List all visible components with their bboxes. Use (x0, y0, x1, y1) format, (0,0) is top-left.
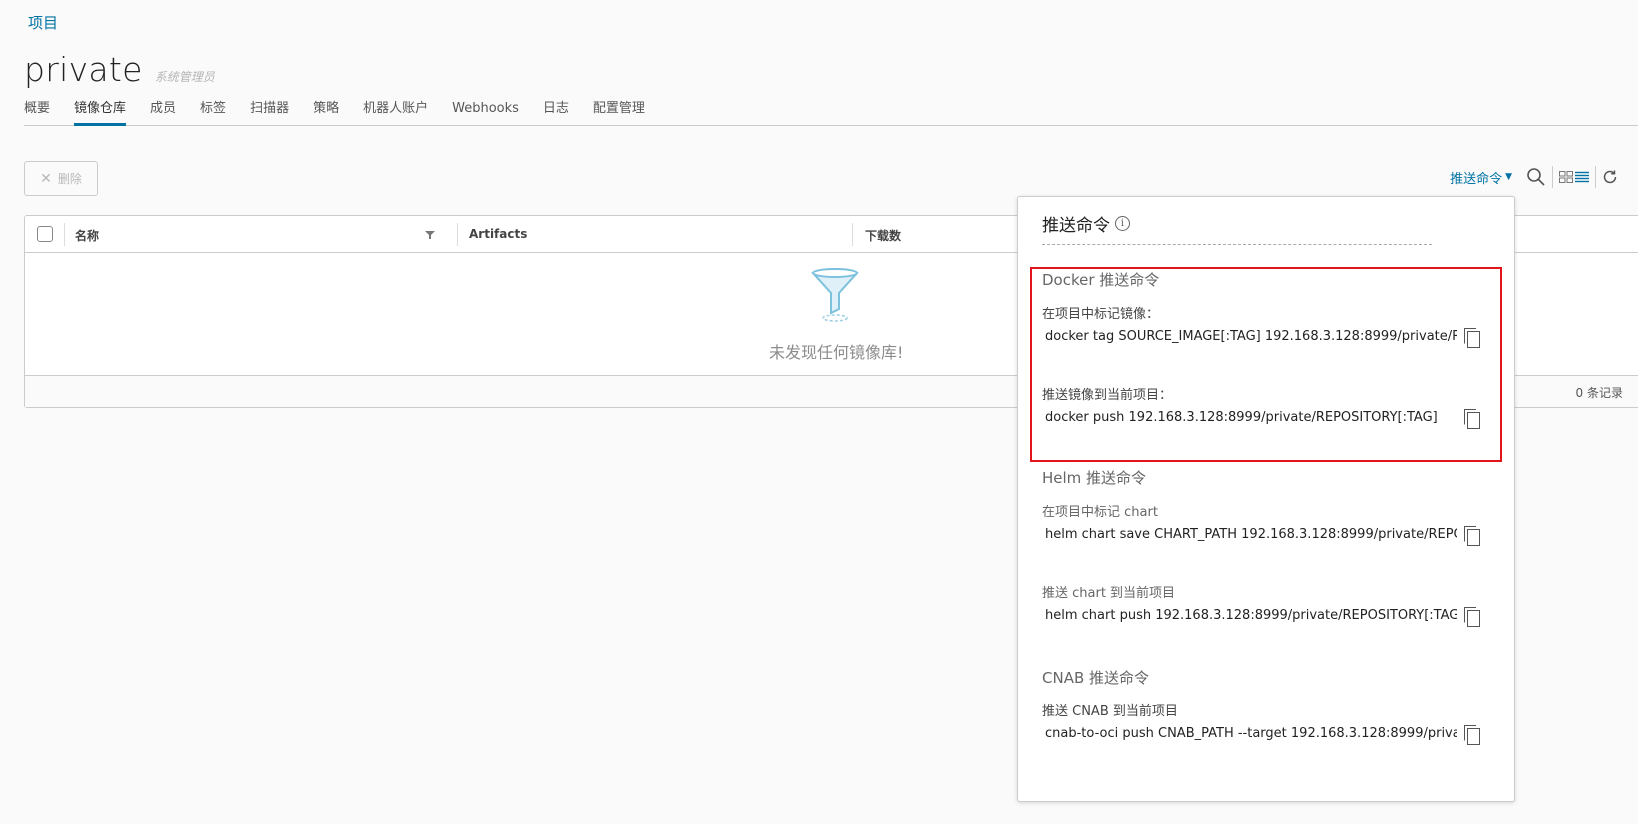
toolbar-divider (1595, 166, 1596, 188)
column-separator (64, 223, 65, 246)
copy-icon[interactable] (1463, 327, 1481, 353)
breadcrumb-projects-link[interactable]: 项目 (28, 12, 58, 33)
helm-save-command[interactable]: helm chart save CHART_PATH 192.168.3.128… (1042, 522, 1457, 548)
push-command-popover: 推送命令 i Docker 推送命令 在项目中标记镜像： docker tag … (1017, 196, 1515, 802)
filter-icon[interactable] (425, 229, 435, 243)
select-all-checkbox[interactable] (37, 226, 53, 242)
close-icon: ✕ (40, 170, 52, 186)
helm-save-label: 在项目中标记 chart (1042, 505, 1158, 520)
search-icon[interactable] (1526, 167, 1546, 187)
tab-logs[interactable]: 日志 (543, 100, 569, 126)
card-view-icon[interactable] (1559, 171, 1573, 183)
tab-webhooks[interactable]: Webhooks (452, 100, 519, 126)
tab-scanner[interactable]: 扫描器 (250, 100, 289, 126)
title-row: private 系统管理员 (24, 50, 215, 89)
docker-tag-label: 在项目中标记镜像： (1042, 307, 1160, 322)
copy-icon[interactable] (1463, 525, 1481, 551)
tab-configuration[interactable]: 配置管理 (593, 100, 645, 126)
info-icon[interactable]: i (1115, 216, 1130, 231)
cnab-section-title: CNAB 推送命令 (1042, 669, 1150, 687)
column-separator (457, 223, 458, 246)
record-count: 0 条记录 (1575, 386, 1623, 400)
tab-labels[interactable]: 标签 (200, 100, 226, 126)
tab-robot-accounts[interactable]: 机器人账户 (363, 100, 428, 126)
tab-repositories[interactable]: 镜像仓库 (74, 100, 127, 126)
column-header-pulls[interactable]: 下载数 (865, 227, 901, 244)
helm-push-command[interactable]: helm chart push 192.168.3.128:8999/priva… (1042, 603, 1457, 629)
divider (1042, 244, 1432, 245)
funnel-icon (811, 267, 859, 329)
tab-policy[interactable]: 策略 (313, 100, 339, 126)
copy-icon[interactable] (1463, 408, 1481, 434)
list-view-icon[interactable] (1575, 171, 1589, 183)
project-page: 项目 private 系统管理员 概要 镜像仓库 成员 标签 扫描器 策略 机器… (0, 0, 1638, 824)
helm-push-label: 推送 chart 到当前项目 (1042, 586, 1176, 601)
docker-push-label: 推送镜像到当前项目： (1042, 388, 1173, 403)
project-tabs: 概要 镜像仓库 成员 标签 扫描器 策略 机器人账户 Webhooks 日志 配… (24, 100, 1638, 126)
role-tag: 系统管理员 (154, 70, 215, 84)
push-command-toggle[interactable]: 推送命令 ▼ (1450, 168, 1512, 187)
copy-icon[interactable] (1463, 606, 1481, 632)
highlight-box (1030, 267, 1502, 462)
popover-title-text: 推送命令 (1042, 216, 1110, 236)
push-command-label: 推送命令 (1450, 171, 1503, 187)
popover-title: 推送命令 i (1042, 211, 1130, 236)
chevron-down-icon: ▼ (1505, 172, 1512, 182)
cnab-push-command[interactable]: cnab-to-oci push CNAB_PATH --target 192.… (1042, 721, 1457, 747)
cnab-push-label: 推送 CNAB 到当前项目 (1042, 704, 1178, 719)
column-separator (852, 223, 853, 246)
toolbar-divider (1552, 166, 1553, 188)
empty-state-text: 未发现任何镜像库! (769, 343, 904, 362)
delete-button[interactable]: ✕ 删除 (24, 161, 98, 196)
docker-tag-command[interactable]: docker tag SOURCE_IMAGE[:TAG] 192.168.3.… (1042, 324, 1457, 350)
tab-members[interactable]: 成员 (150, 100, 176, 126)
grid-toolbar: 推送命令 ▼ (1450, 164, 1618, 190)
docker-section-title: Docker 推送命令 (1042, 271, 1160, 289)
tab-summary[interactable]: 概要 (24, 100, 50, 126)
delete-button-label: 删除 (57, 172, 82, 186)
copy-icon[interactable] (1463, 724, 1481, 750)
helm-section-title: Helm 推送命令 (1042, 469, 1147, 487)
docker-push-command[interactable]: docker push 192.168.3.128:8999/private/R… (1042, 405, 1457, 431)
refresh-icon[interactable] (1602, 169, 1618, 185)
column-header-name[interactable]: 名称 (75, 227, 99, 244)
page-title: private (24, 50, 143, 89)
column-header-artifacts[interactable]: Artifacts (469, 227, 527, 241)
